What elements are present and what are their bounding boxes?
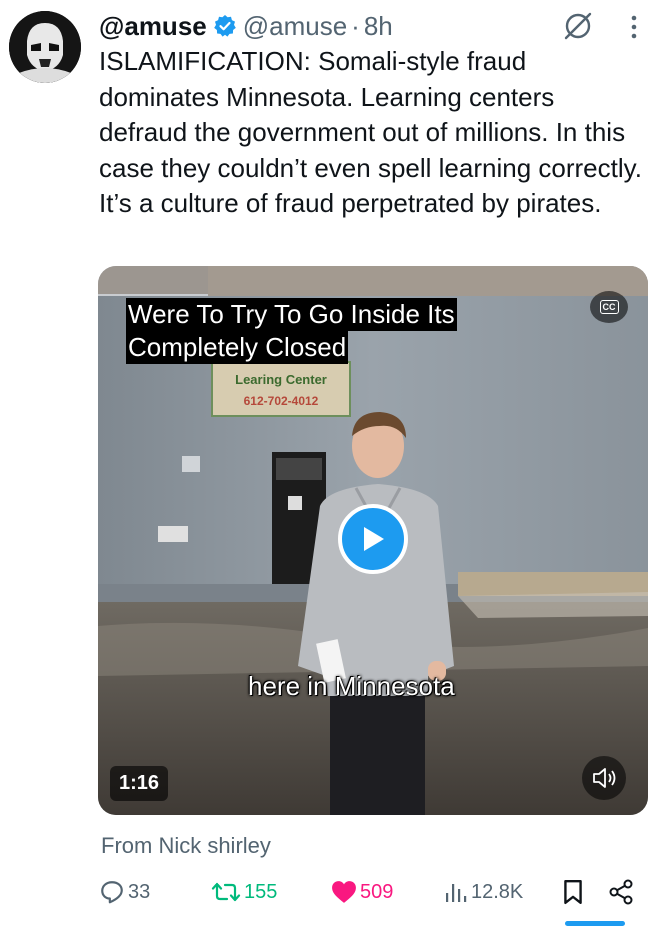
share-button[interactable] (607, 874, 638, 910)
retweet-count: 155 (244, 880, 278, 903)
heart-icon (332, 881, 356, 903)
sign-phone: 612-702-4012 (243, 394, 319, 408)
tweet-actions: 33 155 509 12.8K (99, 874, 639, 910)
video-caption-top: Were To Try To Go Inside Its Completely … (126, 298, 457, 364)
cc-label: CC (599, 300, 619, 314)
like-count: 509 (360, 880, 394, 903)
reply-icon (101, 881, 123, 904)
volume-icon (593, 768, 616, 788)
video-duration: 1:16 (110, 766, 169, 801)
closed-captions-button[interactable]: CC (590, 291, 628, 323)
avatar[interactable] (9, 11, 81, 83)
play-button[interactable] (338, 504, 408, 574)
caption-line-2: Completely Closed (126, 331, 349, 364)
like-button[interactable]: 509 (331, 874, 393, 910)
more-options-icon[interactable] (624, 12, 644, 42)
timestamp[interactable]: 8h (364, 11, 393, 42)
bookmark-button[interactable] (562, 874, 587, 910)
reply-button[interactable]: 33 (99, 874, 150, 910)
handle[interactable]: @amuse (243, 11, 347, 42)
video-caption-bottom: here in Minnesota (248, 671, 455, 701)
separator: · (351, 10, 360, 41)
tweet-text: ISLAMIFICATION: Somali-style fraud domin… (99, 46, 642, 218)
play-icon (364, 527, 384, 551)
retweet-button[interactable]: 155 (211, 874, 277, 910)
bottom-indicator (565, 921, 625, 926)
media-source[interactable]: From Nick shirley (101, 833, 271, 859)
volume-button[interactable] (582, 756, 626, 800)
display-name[interactable]: @amuse (99, 11, 207, 42)
caption-line-1: Were To Try To Go Inside Its (126, 298, 457, 331)
view-count: 12.8K (471, 880, 524, 903)
video-player[interactable]: Learing Center 612-702-4012 Were To Try … (98, 266, 648, 815)
views-button[interactable]: 12.8K (444, 874, 523, 910)
grok-icon[interactable] (562, 10, 594, 42)
retweet-icon (211, 882, 241, 902)
reply-count: 33 (128, 880, 151, 903)
views-icon (446, 884, 467, 902)
bookmark-icon (564, 879, 582, 905)
share-icon (609, 879, 633, 905)
verified-badge-icon (213, 14, 237, 38)
sign-text: Learing Center (235, 372, 327, 387)
